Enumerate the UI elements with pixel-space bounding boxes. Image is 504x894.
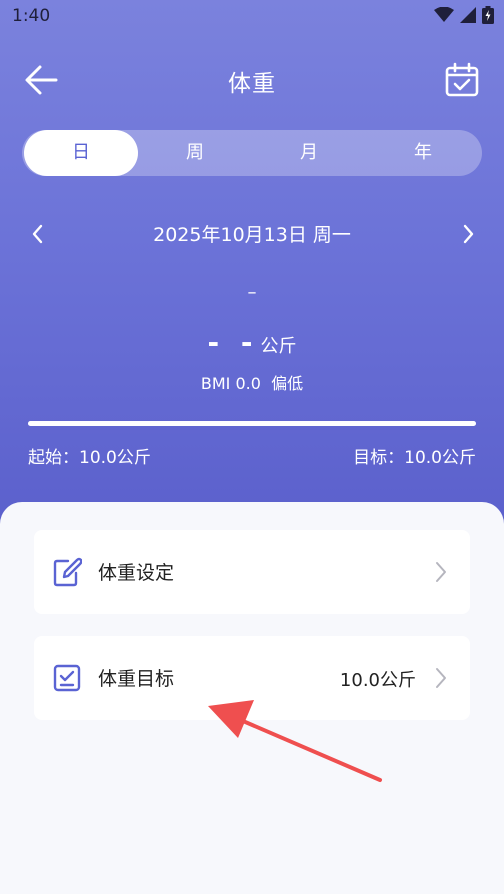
tab-day[interactable]: 日 xyxy=(24,130,138,176)
calendar-check-icon xyxy=(445,62,479,97)
bmi-text: BMI 0.0 偏低 xyxy=(200,374,304,393)
weight-goal-card[interactable]: 体重目标 10.0公斤 xyxy=(34,636,470,720)
page-title: 体重 xyxy=(228,71,276,97)
tab-week[interactable]: 周 xyxy=(138,130,252,176)
status-bar: 1:40 xyxy=(0,0,504,32)
top-app-bar: 体重 xyxy=(0,54,504,106)
weight-progress-fill xyxy=(28,421,476,426)
target-weight-label: 目标：10.0公斤 xyxy=(353,448,476,468)
period-tabs: 日 周 月 年 xyxy=(22,130,482,176)
edit-icon xyxy=(52,556,83,588)
weight-goal-label: 体重目标 xyxy=(98,668,175,690)
chevron-right-icon xyxy=(434,666,448,690)
chevron-right-icon xyxy=(463,224,474,244)
status-icons xyxy=(434,6,494,24)
weight-progress-bar xyxy=(28,421,476,426)
current-weight: - - 公斤 xyxy=(0,326,504,359)
weight-setting-label: 体重设定 xyxy=(98,562,175,584)
start-weight-label: 起始：10.0公斤 xyxy=(28,448,151,468)
checkbox-list-icon xyxy=(52,662,82,694)
current-date: 2025年10月13日 周一 xyxy=(153,224,351,246)
wifi-icon xyxy=(434,7,454,22)
weight-value: - - xyxy=(207,326,259,359)
signal-icon xyxy=(460,7,476,23)
tab-month[interactable]: 月 xyxy=(252,130,366,176)
chevron-right-icon xyxy=(434,560,448,584)
next-date-button[interactable] xyxy=(456,220,480,248)
weight-unit: 公斤 xyxy=(260,336,297,357)
status-time: 1:40 xyxy=(12,6,51,26)
calendar-button[interactable] xyxy=(444,62,480,98)
weight-goal-value: 10.0公斤 xyxy=(339,670,416,691)
weight-change-placeholder: – xyxy=(247,282,257,303)
settings-sheet: 体重设定 体重目标 10.0公斤 xyxy=(0,502,504,894)
tab-year[interactable]: 年 xyxy=(366,130,480,176)
weight-setting-card[interactable]: 体重设定 xyxy=(34,530,470,614)
battery-icon xyxy=(482,6,494,24)
date-navigator: 2025年10月13日 周一 xyxy=(0,214,504,254)
